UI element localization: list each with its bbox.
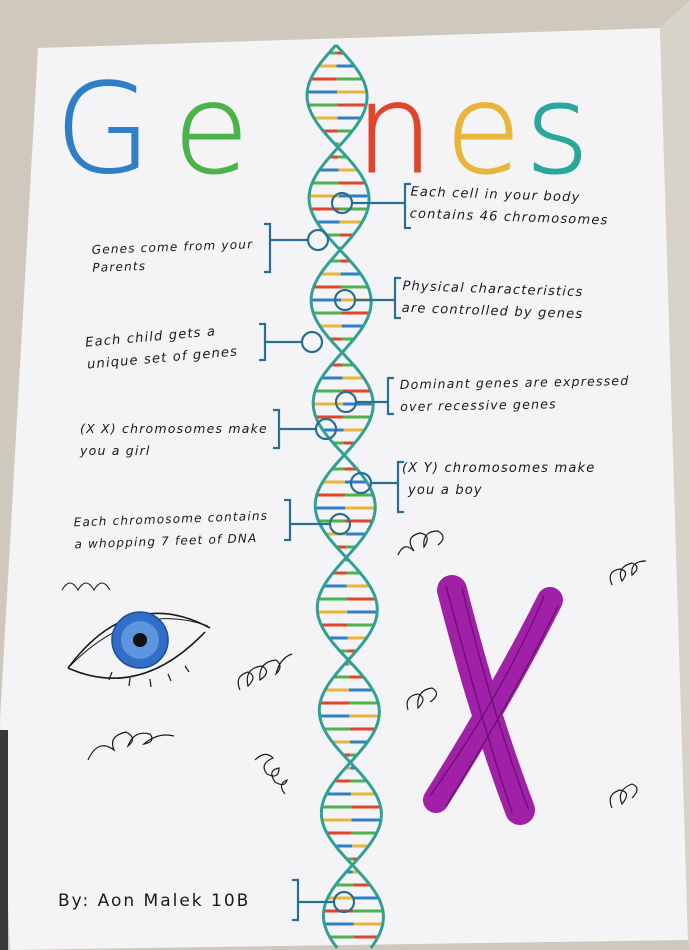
note-xy-boy: (X Y) chromosomes make you a boy: [402, 461, 596, 498]
title-letter: s: [525, 58, 591, 203]
title-letter: e: [172, 58, 250, 203]
pupil: [133, 633, 147, 647]
note-dominant-genes: Dominant genes are expressed over recess…: [399, 372, 630, 415]
title-letter: G: [54, 58, 152, 203]
note-xx-girl: (X X) chromosomes make you a girl: [80, 421, 268, 458]
author-signature: By: Aon Malek 10B: [58, 891, 251, 911]
note-physical-characteristics: Physical characteristics are controlled …: [401, 278, 584, 323]
note-cells-chromosomes: Each cell in your body contains 46 chrom…: [409, 184, 609, 229]
note-genes-from-parents: Genes come from your Parents: [91, 237, 254, 275]
note-seven-feet-dna: Each chromosome contains a whopping 7 fe…: [73, 508, 269, 552]
poster-title: G e n e s: [54, 55, 615, 205]
